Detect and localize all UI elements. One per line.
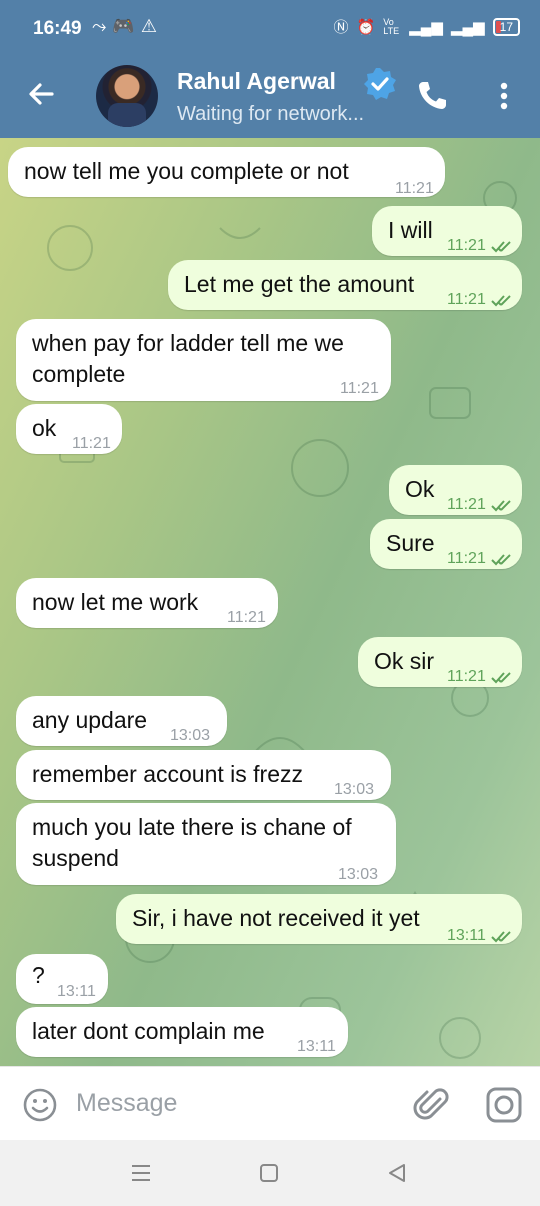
status-bar: 16:49 ⤳🎮⚠ Ⓝ ⏰ Vo LTE ▂▄▆ ▂▄▆ 17 xyxy=(0,0,540,56)
missed-call-icon: ⤳ xyxy=(92,16,113,36)
message-bubble-incoming[interactable]: now let me work 11:21 xyxy=(16,578,278,628)
nav-back-icon[interactable] xyxy=(386,1162,408,1184)
message-text: now tell me you complete or not xyxy=(24,158,349,184)
recent-apps-icon[interactable] xyxy=(130,1162,152,1184)
message-bubble-incoming[interactable]: any updare 13:03 xyxy=(16,696,227,746)
message-time-value: 11:21 xyxy=(447,496,486,513)
message-bubble-incoming[interactable]: now tell me you complete or not 11:21 xyxy=(8,147,445,197)
warning-icon: ⚠ xyxy=(140,16,163,36)
gamepad-icon: 🎮 xyxy=(112,16,141,36)
message-time: 11:21 xyxy=(72,435,111,452)
message-bubble-outgoing[interactable]: Ok 11:21 xyxy=(389,465,522,515)
message-time: 13:03 xyxy=(170,727,211,744)
nfc-icon: Ⓝ xyxy=(333,19,349,36)
message-input[interactable]: Message xyxy=(76,1089,177,1118)
double-check-icon xyxy=(491,931,511,943)
status-right-icons: Ⓝ ⏰ Vo LTE ▂▄▆ ▂▄▆ 17 xyxy=(334,16,520,37)
message-text: Ok sir xyxy=(374,648,435,674)
message-time: 11:21 xyxy=(227,609,266,626)
message-text: remember account is frezz xyxy=(32,761,303,787)
message-time-value: 13:11 xyxy=(447,927,486,944)
alarm-icon: ⏰ xyxy=(356,18,376,36)
status-time: 16:49 xyxy=(33,18,82,39)
message-time: 11:21 xyxy=(340,380,379,397)
message-time-value: 11:21 xyxy=(447,291,486,308)
message-time: 13:03 xyxy=(338,866,379,883)
message-bubble-incoming[interactable]: much you late there is chane of suspend … xyxy=(16,803,396,885)
status-left-icons: ⤳🎮⚠ xyxy=(92,16,163,37)
system-navigation-bar xyxy=(0,1140,540,1206)
attach-icon[interactable] xyxy=(412,1085,452,1125)
message-time: 13:11 xyxy=(447,920,518,951)
message-bubble-incoming[interactable]: ? 13:11 xyxy=(16,954,108,1004)
battery-level: 17 xyxy=(499,19,513,34)
message-bubble-outgoing[interactable]: Sure 11:21 xyxy=(370,519,522,569)
message-bubble-outgoing[interactable]: Sir, i have not received it yet 13:11 xyxy=(116,894,522,944)
double-check-icon xyxy=(491,500,511,512)
verified-badge-icon xyxy=(364,68,396,100)
double-check-icon xyxy=(491,554,511,566)
message-text: when pay for ladder tell me we complete xyxy=(32,330,344,387)
message-bubble-outgoing[interactable]: Ok sir 11:21 xyxy=(358,637,522,687)
signal-icon: ▂▄▆ xyxy=(450,18,485,36)
chat-area[interactable]: now tell me you complete or not 11:21 I … xyxy=(0,138,540,1068)
message-time: 11:21 xyxy=(447,543,518,574)
volte-icon: Vo LTE xyxy=(383,16,400,36)
double-check-icon xyxy=(491,295,511,307)
message-text: later dont complain me xyxy=(32,1018,265,1044)
signal-icon: ▂▄▆ xyxy=(409,18,443,36)
message-bubble-incoming[interactable]: later dont complain me 13:11 xyxy=(16,1007,348,1057)
message-time-value: 11:21 xyxy=(447,237,486,254)
camera-icon[interactable] xyxy=(484,1085,524,1125)
message-time: 13:11 xyxy=(57,983,96,1000)
double-check-icon xyxy=(491,241,511,253)
message-bubble-incoming[interactable]: ok 11:21 xyxy=(16,404,122,454)
message-text: much you late there is chane of suspend xyxy=(32,814,352,871)
message-text: now let me work xyxy=(32,589,199,615)
message-time: 11:21 xyxy=(447,230,518,261)
message-bubble-incoming[interactable]: remember account is frezz 13:03 xyxy=(16,750,391,800)
message-bubble-incoming[interactable]: when pay for ladder tell me we complete … xyxy=(16,319,391,401)
message-text: I will xyxy=(388,217,433,243)
message-time-value: 11:21 xyxy=(447,550,486,567)
message-time: 11:21 xyxy=(447,489,518,520)
home-icon[interactable] xyxy=(258,1162,280,1184)
message-time: 13:03 xyxy=(334,781,375,798)
message-input-bar: Message xyxy=(0,1066,540,1141)
message-bubble-outgoing[interactable]: Let me get the amount 11:21 xyxy=(168,260,522,310)
more-options-icon[interactable] xyxy=(492,78,516,114)
message-text: Ok xyxy=(405,476,435,502)
connection-status: Waiting for network... xyxy=(177,103,365,125)
double-check-icon xyxy=(491,672,511,684)
avatar[interactable] xyxy=(96,65,158,127)
message-text: Sure xyxy=(386,530,435,556)
message-bubble-outgoing[interactable]: I will 11:21 xyxy=(372,206,522,256)
contact-name[interactable]: Rahul Agerwal xyxy=(177,68,336,95)
message-text: ? xyxy=(32,962,45,988)
message-time-value: 11:21 xyxy=(447,668,486,685)
chat-header: Rahul Agerwal Waiting for network... xyxy=(0,56,540,138)
message-time: 11:21 xyxy=(447,661,518,692)
message-text: ok xyxy=(32,415,57,441)
message-text: any updare xyxy=(32,707,148,733)
back-arrow-icon[interactable] xyxy=(24,76,60,112)
message-text: Sir, i have not received it yet xyxy=(132,905,420,931)
battery-icon: 17 xyxy=(492,17,520,36)
phone-call-icon[interactable] xyxy=(414,78,450,114)
message-time: 11:21 xyxy=(395,180,434,197)
message-time: 13:11 xyxy=(297,1038,336,1055)
message-text: Let me get the amount xyxy=(184,271,415,297)
message-time: 11:21 xyxy=(447,284,518,315)
emoji-icon[interactable] xyxy=(22,1087,58,1123)
